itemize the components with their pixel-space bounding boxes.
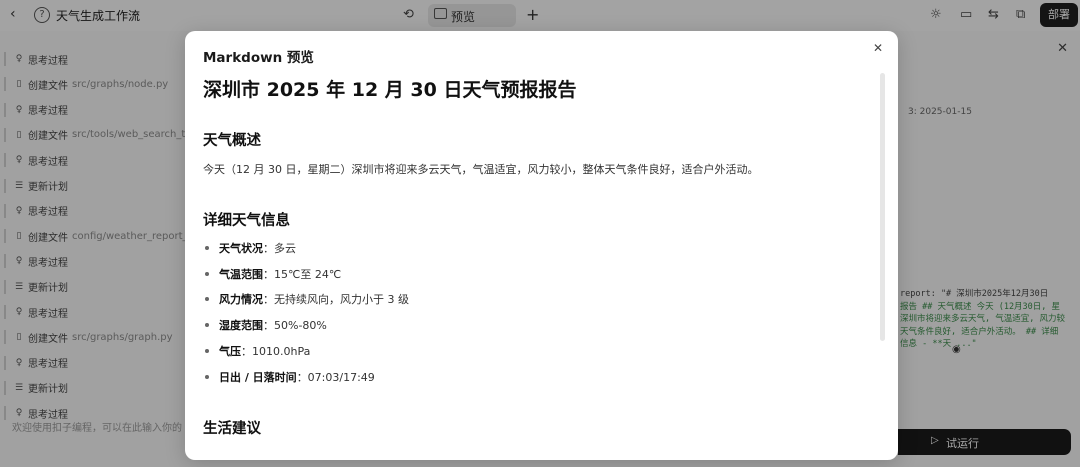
detail-value: ：15℃至 24℃ — [263, 267, 342, 281]
section-heading: 详细天气信息 — [203, 213, 290, 229]
bullet-icon — [205, 323, 209, 328]
doc-heading: 深圳市 2025 年 12 月 30 日天气预报报告 — [203, 79, 577, 101]
bullet-icon — [205, 297, 209, 302]
detail-value: ：07:03/17:49 — [296, 370, 375, 384]
overview-paragraph: 今天（12 月 30 日，星期二）深圳市将迎来多云天气，气温适宜，风力较小，整体… — [203, 163, 759, 176]
section-heading: 生活建议 — [203, 421, 261, 437]
detail-label: 气压 — [219, 344, 241, 358]
detail-value: ：无持续风向，风力小于 3 级 — [263, 293, 409, 307]
bullet-icon — [205, 271, 209, 276]
markdown-preview-modal: Markdown 预览 ✕ 深圳市 2025 年 12 月 30 日天气预报报告… — [185, 31, 898, 460]
detail-list-item: 湿度范围：50%-80% — [203, 317, 327, 333]
detail-list-item: 风力情况：无持续风向，风力小于 3 级 — [203, 291, 409, 307]
detail-value: ：多云 — [263, 242, 296, 255]
bullet-icon — [205, 348, 209, 353]
detail-label: 气温范围 — [219, 267, 263, 281]
detail-label: 天气状况 — [219, 242, 263, 255]
section-heading: 天气概述 — [203, 133, 261, 149]
detail-label: 风力情况 — [219, 293, 263, 307]
detail-label: 湿度范围 — [219, 319, 263, 333]
modal-title: Markdown 预览 — [203, 50, 314, 66]
scrollbar[interactable] — [880, 73, 885, 341]
bullet-icon — [205, 374, 209, 379]
detail-list-item: 气压：1010.0hPa — [203, 343, 310, 359]
detail-label: 日出 / 日落时间 — [219, 370, 297, 384]
detail-list-item: 天气状况：多云 — [203, 240, 296, 256]
close-icon[interactable]: ✕ — [873, 41, 883, 55]
detail-list-item: 日出 / 日落时间：07:03/17:49 — [203, 369, 375, 385]
bullet-icon — [205, 246, 209, 250]
detail-list-item: 气温范围：15℃至 24℃ — [203, 266, 341, 282]
detail-value: ：1010.0hPa — [241, 344, 311, 358]
detail-value: ：50%-80% — [263, 319, 327, 333]
